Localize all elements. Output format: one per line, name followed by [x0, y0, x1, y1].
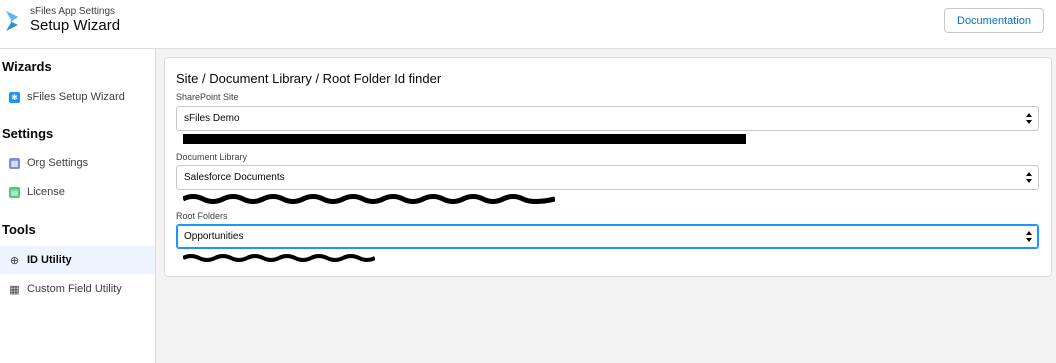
site-id-redacted [183, 134, 746, 144]
sharepoint-site-value: sFiles Demo [184, 113, 240, 124]
section-heading-settings: Settings [2, 126, 54, 141]
root-folders-label: Root Folders [176, 211, 228, 221]
app-subtitle: sFiles App Settings [30, 6, 116, 17]
root-folder-id-redacted [183, 254, 375, 262]
globe-icon: ⊕ [9, 254, 20, 267]
document-library-value: Salesforce Documents [184, 172, 285, 183]
section-heading-wizards: Wizards [2, 59, 52, 74]
sidebar-item-label: sFiles Setup Wizard [27, 91, 125, 103]
section-heading-tools: Tools [2, 222, 36, 237]
library-id-redacted [183, 194, 555, 204]
sfiles-logo [6, 11, 18, 31]
grid-icon: ▦ [9, 157, 20, 169]
sidebar-item-setup-wizard[interactable]: ✱ sFiles Setup Wizard [0, 83, 155, 111]
id-finder-card: Site / Document Library / Root Folder Id… [164, 57, 1052, 277]
sharepoint-site-select[interactable]: sFiles Demo [176, 106, 1039, 131]
documentation-button[interactable]: Documentation [944, 8, 1044, 33]
app-title: Setup Wizard [30, 17, 121, 34]
document-library-label: Document Library [176, 152, 248, 162]
root-folders-select[interactable]: Opportunities [176, 224, 1039, 249]
table-icon: ▦ [9, 283, 20, 296]
app-header: sFiles App Settings Setup Wizard Documen… [0, 0, 1056, 49]
card-title: Site / Document Library / Root Folder Id… [176, 71, 442, 86]
sidebar-item-custom-field-utility[interactable]: ▦ Custom Field Utility [0, 275, 155, 303]
sidebar: Wizards ✱ sFiles Setup Wizard Settings ▦… [0, 49, 156, 363]
sidebar-item-label: License [27, 186, 65, 198]
sidebar-item-license[interactable]: ▤ License [0, 178, 155, 206]
root-folders-value: Opportunities [184, 231, 244, 242]
select-arrows-icon [1026, 113, 1032, 124]
document-icon: ▤ [9, 186, 20, 198]
asterisk-icon: ✱ [9, 91, 20, 103]
select-arrows-icon [1026, 172, 1032, 183]
sharepoint-site-label: SharePoint Site [176, 92, 239, 102]
document-library-select[interactable]: Salesforce Documents [176, 165, 1039, 190]
sidebar-item-id-utility[interactable]: ⊕ ID Utility [0, 246, 155, 274]
sidebar-item-label: ID Utility [27, 254, 72, 266]
select-arrows-icon [1026, 231, 1032, 242]
sidebar-item-label: Custom Field Utility [27, 283, 122, 295]
sidebar-item-org-settings[interactable]: ▦ Org Settings [0, 149, 155, 177]
sidebar-item-label: Org Settings [27, 157, 89, 169]
